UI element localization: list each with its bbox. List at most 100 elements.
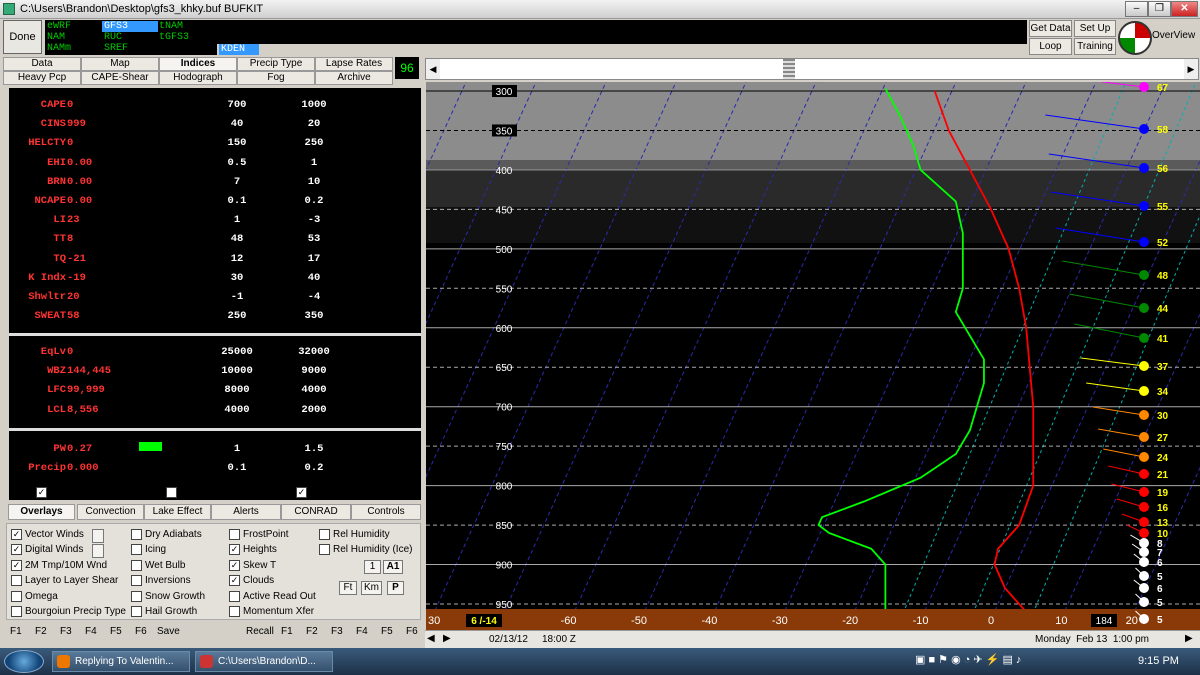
index-threshold-2: 4000 bbox=[301, 384, 327, 397]
fkey-left-2[interactable]: F2 bbox=[35, 626, 47, 637]
feet-button[interactable]: Ft bbox=[339, 581, 357, 595]
fkey-right-5[interactable]: F5 bbox=[381, 626, 393, 637]
bufkit-logo-icon[interactable] bbox=[1118, 21, 1152, 55]
overlay-checkbox[interactable]: Dry Adiabats bbox=[131, 529, 202, 540]
status-left-arrow-icon[interactable]: ◀ bbox=[427, 633, 435, 644]
overlay-checkbox[interactable]: FrostPoint bbox=[229, 529, 289, 540]
tab-lake-effect[interactable]: Lake Effect bbox=[144, 504, 211, 520]
model-namm[interactable]: NAMm bbox=[47, 43, 71, 54]
training-button[interactable]: Training bbox=[1074, 38, 1116, 55]
overlay-checkbox[interactable]: ✓ 2M Tmp/10M Wnd bbox=[11, 559, 107, 571]
tab-hodograph[interactable]: Hodograph bbox=[159, 71, 237, 85]
fkey-right-6[interactable]: F6 bbox=[406, 626, 418, 637]
overlay-checkbox[interactable]: ✓ Vector Winds bbox=[11, 529, 84, 540]
index-threshold-2: -3 bbox=[307, 214, 321, 227]
fkey-left-6[interactable]: F6 bbox=[135, 626, 147, 637]
tab-alerts[interactable]: Alerts bbox=[211, 504, 281, 520]
model-selector[interactable]: eWRF NAM NAMm GFS3 RUC SREF tNAM tGFS3 bbox=[45, 20, 217, 55]
overlay-checkbox[interactable]: Bourgoiun Precip Type bbox=[11, 606, 126, 617]
fkey-left-1[interactable]: F1 bbox=[10, 626, 22, 637]
tab-precip-type[interactable]: Precip Type bbox=[237, 57, 315, 71]
overview-button[interactable]: OverView bbox=[1152, 30, 1195, 41]
model-ewrf[interactable]: eWRF bbox=[47, 21, 71, 32]
recall-button[interactable]: Recall bbox=[246, 626, 274, 637]
digital-winds-option[interactable] bbox=[92, 544, 104, 558]
scroll-left-icon[interactable]: ◀ bbox=[426, 59, 440, 79]
overlay-checkbox[interactable]: Rel Humidity bbox=[319, 529, 390, 540]
overlay-checkbox[interactable]: ✓ Digital Winds bbox=[11, 544, 83, 556]
tab-lapse-rates[interactable]: Lapse Rates bbox=[315, 57, 393, 71]
overlay-checkbox[interactable]: Omega bbox=[11, 590, 58, 602]
model-gfs3[interactable]: GFS3 bbox=[102, 21, 158, 32]
km-button[interactable]: Km bbox=[361, 581, 382, 595]
cloud-band bbox=[426, 82, 1200, 160]
restore-button[interactable]: ❐ bbox=[1148, 1, 1171, 17]
a1-button[interactable]: A1 bbox=[383, 560, 403, 574]
fkey-right-1[interactable]: F1 bbox=[281, 626, 293, 637]
minimize-button[interactable]: – bbox=[1125, 1, 1148, 17]
get-data-button[interactable]: Get Data bbox=[1029, 20, 1072, 37]
close-button[interactable]: ✕ bbox=[1171, 1, 1198, 17]
tab-conrad[interactable]: CONRAD bbox=[281, 504, 351, 520]
overlay-checkbox[interactable]: Active Read Out bbox=[229, 590, 316, 602]
tab-controls[interactable]: Controls bbox=[351, 504, 421, 520]
fkey-right-3[interactable]: F3 bbox=[331, 626, 343, 637]
pressure-label: 800 bbox=[496, 482, 513, 493]
loop-button[interactable]: Loop bbox=[1029, 38, 1072, 55]
indicy-bar-checkbox[interactable]: ✓ Indicy Bar bbox=[36, 487, 94, 498]
scroll-right-icon[interactable]: ▶ bbox=[1184, 59, 1198, 79]
overlay-checkbox[interactable]: Snow Growth bbox=[131, 590, 205, 602]
p-button[interactable]: P bbox=[387, 581, 404, 595]
taskbar-firefox[interactable]: Replying To Valentin... bbox=[52, 651, 190, 672]
model-tnam[interactable]: tNAM bbox=[159, 21, 183, 32]
index-value: 0 bbox=[67, 137, 74, 150]
model-nam[interactable]: NAM bbox=[47, 32, 65, 43]
overlay-checkbox[interactable]: Hail Growth bbox=[131, 606, 197, 617]
tab-data[interactable]: Data bbox=[3, 57, 81, 71]
overlay-checkbox[interactable]: ✓ Clouds bbox=[229, 575, 274, 586]
station-id[interactable]: KDEN bbox=[219, 44, 259, 55]
quartile-box-checkbox[interactable]: ✓ Quartile Box bbox=[296, 487, 365, 498]
fkey-right-2[interactable]: F2 bbox=[306, 626, 318, 637]
overlay-checkbox[interactable]: Layer to Layer Shear bbox=[11, 575, 118, 586]
model-tgfs3[interactable]: tGFS3 bbox=[159, 32, 189, 43]
fkey-right-4[interactable]: F4 bbox=[356, 626, 368, 637]
overlay-checkbox[interactable]: ✓ Heights bbox=[229, 544, 277, 556]
model-ruc[interactable]: RUC bbox=[104, 32, 122, 43]
fkey-left-3[interactable]: F3 bbox=[60, 626, 72, 637]
taskbar-bufkit[interactable]: C:\Users\Brandon\D... bbox=[195, 651, 333, 672]
level-1-button[interactable]: 1 bbox=[364, 560, 381, 574]
tab-overlays[interactable]: Overlays bbox=[8, 504, 75, 520]
wind-dot bbox=[1139, 583, 1149, 593]
time-scrollbar[interactable]: ◀ ▶ bbox=[425, 58, 1199, 80]
vector-winds-option[interactable] bbox=[92, 529, 104, 543]
overlay-checkbox[interactable]: Icing bbox=[131, 544, 166, 556]
set-up-button[interactable]: Set Up bbox=[1074, 20, 1116, 37]
tab-indices[interactable]: Indices bbox=[159, 57, 237, 71]
system-tray[interactable]: ▣ ■ ⚑ ◉ ◔ ✈ ⚡ ▤ ♪ bbox=[915, 653, 1021, 666]
overlay-checkbox[interactable]: Momentum Xfer bbox=[229, 606, 314, 617]
tab-archive[interactable]: Archive bbox=[315, 71, 393, 85]
status-end-arrow-icon[interactable]: ▶ bbox=[1185, 633, 1193, 644]
model-sref[interactable]: SREF bbox=[104, 43, 128, 54]
tab-convection[interactable]: Convection bbox=[77, 504, 144, 520]
status-right-arrow-icon[interactable]: ▶ bbox=[443, 633, 451, 644]
overlay-checkbox[interactable]: Rel Humidity (Ice) bbox=[319, 544, 412, 556]
skew-t-chart[interactable]: 3003504004505005506006507007508008509009… bbox=[426, 82, 1200, 630]
overlay-checkbox[interactable]: Wet Bulb bbox=[131, 559, 185, 571]
overlay-checkbox[interactable]: ✓ Skew T bbox=[229, 559, 276, 571]
fkey-left-5[interactable]: F5 bbox=[110, 626, 122, 637]
scroll-thumb[interactable] bbox=[783, 59, 795, 79]
indicy-circle-checkbox[interactable]: Indicy Circle bbox=[166, 487, 234, 498]
checkbox-icon: ✓ bbox=[11, 529, 22, 540]
tab-fog[interactable]: Fog bbox=[237, 71, 315, 85]
start-button-icon[interactable] bbox=[4, 650, 44, 673]
done-button[interactable]: Done bbox=[3, 20, 42, 54]
fkey-left-4[interactable]: F4 bbox=[85, 626, 97, 637]
tab-heavy-pcp[interactable]: Heavy Pcp bbox=[3, 71, 81, 85]
checkbox-icon bbox=[131, 606, 142, 617]
tab-map[interactable]: Map bbox=[81, 57, 159, 71]
save-button[interactable]: Save bbox=[157, 626, 180, 637]
tab-cape-shear[interactable]: CAPE-Shear bbox=[81, 71, 159, 85]
overlay-checkbox[interactable]: Inversions bbox=[131, 575, 191, 586]
